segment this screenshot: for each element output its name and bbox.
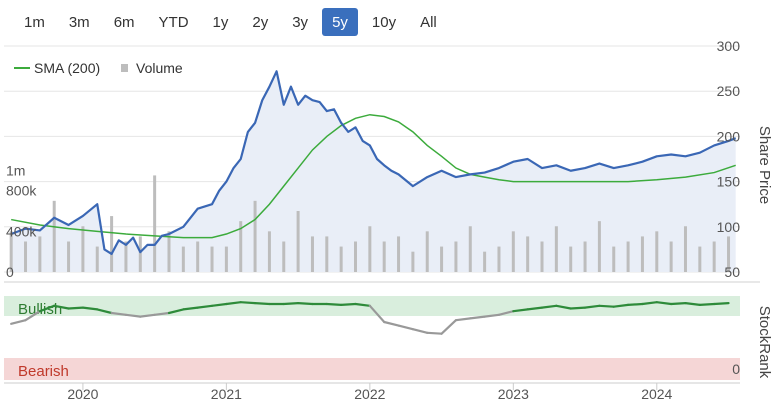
share-price-axis-title: Share Price	[756, 126, 771, 204]
stockrank-segment	[713, 302, 730, 306]
stockrank-segment	[598, 304, 615, 308]
volume-bar	[282, 241, 286, 272]
stockrank-segment	[67, 306, 85, 310]
volume-bar	[483, 251, 487, 272]
volume-bar	[24, 241, 28, 272]
stockrank-segment	[469, 315, 486, 320]
volume-tick-label: 0	[6, 264, 14, 280]
legend: SMA (200) Volume	[14, 60, 183, 76]
stockrank-segment	[340, 302, 357, 306]
volume-bar	[181, 246, 185, 272]
stockrank-segment	[670, 302, 687, 306]
volume-bar	[310, 236, 314, 272]
stockrank-segment	[297, 302, 314, 306]
price-tick-label: 200	[717, 128, 741, 144]
volume-tick-label: 1m	[6, 162, 25, 178]
volume-bar	[497, 246, 501, 272]
volume-bar	[640, 236, 644, 272]
stockrank-segment	[325, 302, 343, 306]
x-axis: 2020 2021 2022 2023 2024	[4, 382, 740, 402]
volume-bar	[683, 226, 687, 272]
stockrank-segment	[569, 306, 587, 310]
stock-chart: 300 250 200 150 100 50 Share Price 1m 800k 400k 0…	[4, 38, 771, 402]
volume-bar	[554, 226, 558, 272]
volume-bar	[325, 236, 329, 272]
stockrank-segment	[239, 301, 257, 305]
stockrank-segment	[282, 302, 300, 306]
volume-bar	[468, 226, 472, 272]
volume-bar	[339, 246, 343, 272]
stockrank-segment	[440, 319, 458, 335]
volume-bar	[124, 241, 128, 272]
bearish-band	[4, 358, 740, 380]
stockrank-segment	[626, 302, 644, 306]
volume-bar	[440, 246, 444, 272]
price-tick-label: 50	[724, 264, 740, 280]
volume-bar	[354, 241, 358, 272]
stockrank-chart: Bullish Bearish 0 StockRank	[4, 296, 771, 380]
volume-bar	[712, 241, 716, 272]
volume-bar	[511, 231, 515, 272]
stockrank-segment	[253, 302, 271, 306]
price-tick-label: 250	[717, 83, 741, 99]
price-tick-label: 150	[717, 174, 741, 190]
volume-bar	[655, 231, 659, 272]
bullish-label: Bullish	[18, 301, 62, 318]
volume-legend-label: Volume	[136, 60, 183, 76]
sma-legend-label: SMA (200)	[34, 60, 100, 76]
volume-bar	[626, 241, 630, 272]
volume-bar	[296, 211, 300, 272]
stockrank-segment	[397, 324, 414, 331]
volume-bar	[397, 236, 401, 272]
volume-bar	[210, 246, 214, 272]
stockrank-tick-label: 0	[732, 361, 740, 377]
volume-tick-label: 800k	[6, 183, 37, 199]
volume-bar	[81, 226, 85, 272]
volume-bar	[224, 246, 228, 272]
volume-bar	[411, 251, 415, 272]
stockrank-segment	[698, 302, 716, 306]
x-tick-label: 2022	[354, 386, 385, 402]
volume-bar	[153, 175, 157, 272]
volume-bar	[382, 241, 386, 272]
stockrank-segment	[383, 320, 400, 327]
volume-bar	[698, 246, 702, 272]
volume-bar	[253, 200, 257, 272]
x-tick-label: 2023	[498, 386, 529, 402]
volume-bar	[597, 221, 601, 272]
x-tick-label: 2021	[211, 386, 242, 402]
volume-bar	[612, 246, 616, 272]
volume-bar	[583, 241, 587, 272]
x-tick-label: 2024	[641, 386, 672, 402]
volume-bar	[425, 231, 429, 272]
volume-bar	[540, 241, 544, 272]
volume-bar	[67, 241, 71, 272]
bearish-label: Bearish	[18, 363, 69, 380]
price-tick-label: 300	[717, 38, 741, 54]
volume-bar	[267, 231, 271, 272]
volume-bar	[52, 200, 56, 272]
volume-bar	[368, 226, 372, 272]
volume-bar	[569, 246, 573, 272]
stockrank-segment	[411, 328, 429, 334]
volume-legend-swatch	[121, 64, 128, 72]
volume-bar	[38, 236, 42, 272]
price-tick-label: 100	[717, 219, 741, 235]
volume-bar	[196, 241, 200, 272]
stockrank-segment	[10, 319, 27, 325]
volume-bar	[454, 241, 458, 272]
volume-tick-label: 400k	[6, 223, 37, 239]
stockrank-segment	[426, 331, 443, 335]
volume-bar	[138, 236, 142, 272]
x-tick-label: 2020	[67, 386, 98, 402]
stockrank-segment	[454, 317, 472, 322]
volume-bar	[669, 241, 673, 272]
volume-bar	[110, 216, 114, 272]
volume-bar	[526, 236, 530, 272]
stockrank-axis-title: StockRank	[756, 306, 771, 379]
volume-bar	[95, 246, 99, 272]
